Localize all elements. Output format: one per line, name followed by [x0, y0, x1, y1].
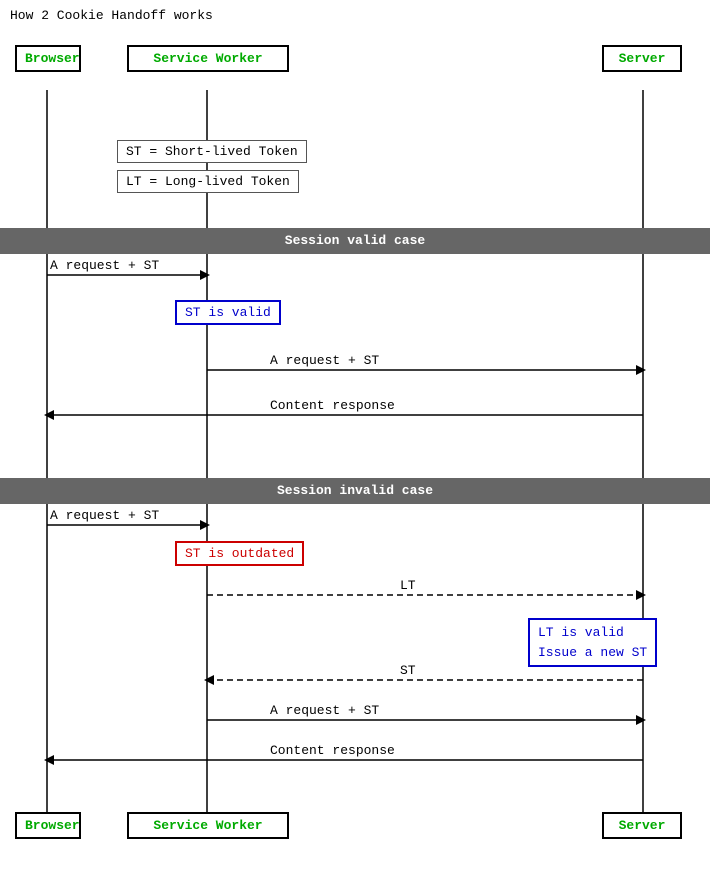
- arrow-label-req-st-1: A request + ST: [50, 258, 159, 273]
- arrow-label-st: ST: [400, 663, 416, 678]
- lt-definition: LT = Long-lived Token: [117, 170, 299, 193]
- svg-layer: [0, 0, 710, 872]
- st-valid-note: ST is valid: [175, 300, 281, 325]
- st-outdated-note: ST is outdated: [175, 541, 304, 566]
- arrow-label-req-st-3: A request + ST: [50, 508, 159, 523]
- browser-top: Browser: [15, 45, 81, 72]
- arrow-label-req-st-4: A request + ST: [270, 703, 379, 718]
- service-worker-top: Service Worker: [127, 45, 289, 72]
- service-worker-bottom: Service Worker: [127, 812, 289, 839]
- arrow-label-lt: LT: [400, 578, 416, 593]
- server-bottom: Server: [602, 812, 682, 839]
- arrow-label-req-st-2: A request + ST: [270, 353, 379, 368]
- page-title: How 2 Cookie Handoff works: [10, 8, 213, 23]
- lt-valid-note: LT is valid Issue a new ST: [528, 618, 657, 667]
- session-valid-header: Session valid case: [0, 228, 710, 254]
- diagram: How 2 Cookie Handoff works: [0, 0, 710, 872]
- arrow-label-content-resp-1: Content response: [270, 398, 395, 413]
- session-invalid-header: Session invalid case: [0, 478, 710, 504]
- browser-bottom: Browser: [15, 812, 81, 839]
- server-top: Server: [602, 45, 682, 72]
- st-definition: ST = Short-lived Token: [117, 140, 307, 163]
- arrow-label-content-resp-2: Content response: [270, 743, 395, 758]
